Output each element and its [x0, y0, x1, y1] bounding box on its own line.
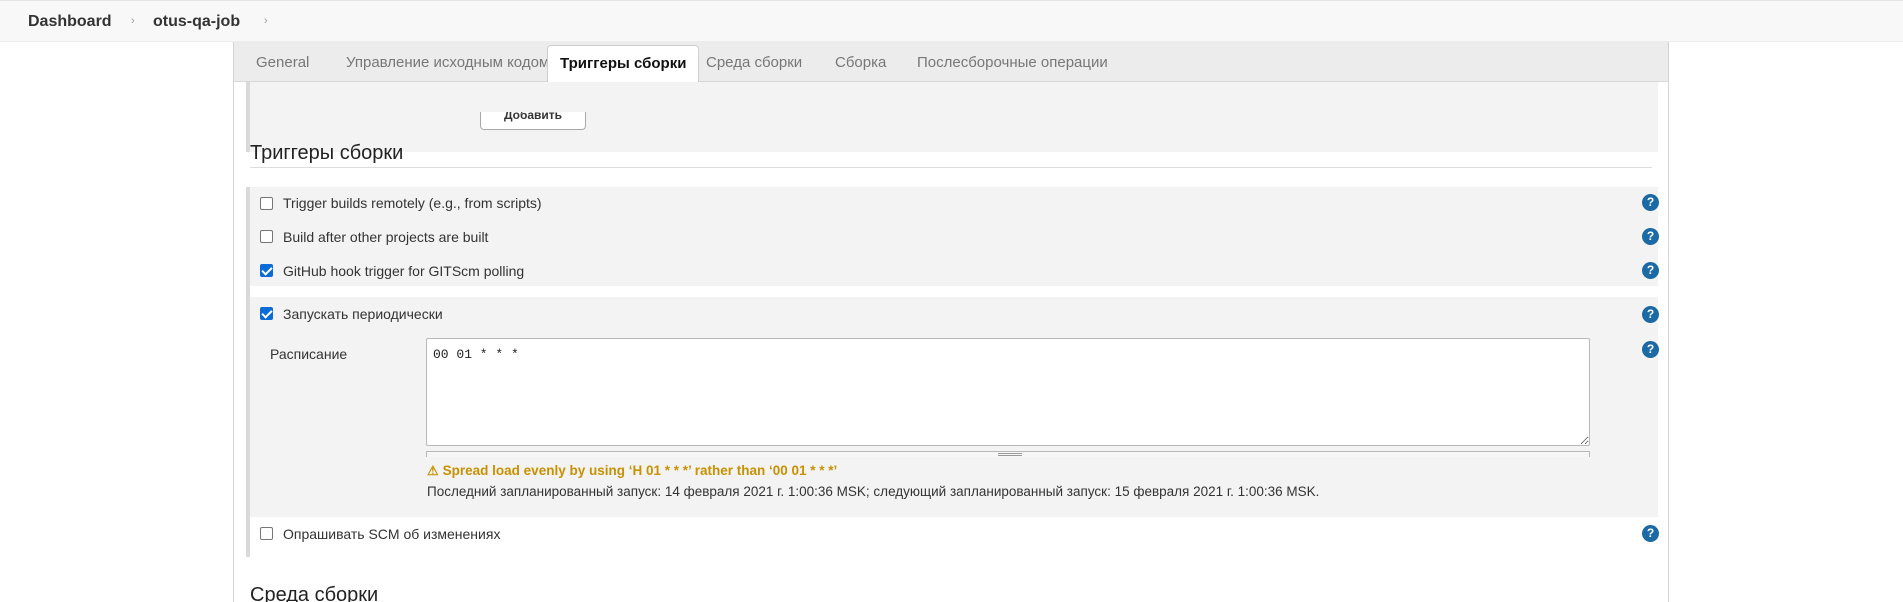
trigger-periodic-checkbox[interactable]	[260, 307, 273, 320]
config-panel: General Управление исходным кодом Тригге…	[233, 42, 1669, 602]
trigger-periodic-label[interactable]: Запускать периодически	[283, 306, 443, 322]
trigger-remote-label[interactable]: Trigger builds remotely (e.g., from scri…	[283, 195, 542, 211]
warning-icon: ⚠	[427, 463, 439, 478]
help-icon[interactable]: ?	[1642, 262, 1659, 279]
tab-scm[interactable]: Управление исходным кодом	[334, 45, 561, 82]
breadcrumb-job[interactable]: otus-qa-job	[153, 13, 240, 31]
section-divider	[250, 167, 1652, 168]
trigger-row-remote: Trigger builds remotely (e.g., from scri…	[250, 187, 1659, 220]
help-icon[interactable]: ?	[1642, 306, 1659, 323]
trigger-github-hook-label[interactable]: GitHub hook trigger for GITScm polling	[283, 263, 524, 279]
chevron-right-icon[interactable]: ›	[131, 15, 135, 27]
help-icon[interactable]: ?	[1642, 194, 1659, 211]
trigger-row-after-other: Build after other projects are built ?	[250, 220, 1659, 253]
schedule-warning: ⚠ Spread load evenly by using ‘H 01 * * *…	[427, 463, 837, 479]
schedule-textarea[interactable]: 00 01 * * *	[426, 338, 1590, 446]
tab-post-build[interactable]: Послесборочные операции	[905, 45, 1120, 82]
trigger-remote-checkbox[interactable]	[260, 197, 273, 210]
breadcrumb-dashboard[interactable]: Dashboard	[28, 13, 112, 31]
trigger-row-github-hook: GitHub hook trigger for GITScm polling ?	[250, 253, 1659, 286]
help-icon[interactable]: ?	[1642, 525, 1659, 542]
trigger-poll-scm-checkbox[interactable]	[260, 527, 273, 540]
tab-general[interactable]: General	[244, 45, 321, 82]
schedule-area: Расписание 00 01 * * * ? ⚠ Spread load ev…	[250, 333, 1659, 517]
trigger-row-periodic: Запускать периодически ?	[250, 297, 1659, 335]
tab-build[interactable]: Сборка	[823, 45, 898, 82]
schedule-warning-text: Spread load evenly by using ‘H 01 * * *’…	[442, 463, 838, 478]
section-title-build-triggers: Триггеры сборки	[250, 142, 404, 164]
previous-section-tail: Добавить	[246, 82, 1658, 152]
build-triggers-block: Trigger builds remotely (e.g., from scri…	[246, 187, 1659, 557]
schedule-label: Расписание	[270, 346, 348, 362]
section-title-build-environment: Среда сборки	[250, 584, 379, 602]
trigger-after-other-checkbox[interactable]	[260, 230, 273, 243]
breadcrumb: Dashboard › otus-qa-job ›	[0, 0, 1903, 42]
trigger-github-hook-checkbox[interactable]	[260, 264, 273, 277]
tab-build-triggers[interactable]: Триггеры сборки	[547, 45, 700, 83]
schedule-info: Последний запланированный запуск: 14 фев…	[427, 484, 1320, 499]
chevron-right-icon[interactable]: ›	[264, 15, 268, 27]
trigger-row-poll-scm: Опрашивать SCM об изменениях ?	[250, 517, 1659, 553]
help-icon[interactable]: ?	[1642, 228, 1659, 245]
trigger-poll-scm-label[interactable]: Опрашивать SCM об изменениях	[283, 526, 500, 542]
help-icon[interactable]: ?	[1642, 341, 1659, 358]
config-tabs: General Управление исходным кодом Тригге…	[234, 42, 1668, 83]
trigger-after-other-label[interactable]: Build after other projects are built	[283, 229, 488, 245]
textarea-resize-handle[interactable]	[426, 451, 1590, 457]
add-button[interactable]: Добавить	[480, 112, 586, 130]
grip-icon	[998, 453, 1022, 456]
tab-build-environment[interactable]: Среда сборки	[694, 45, 814, 82]
